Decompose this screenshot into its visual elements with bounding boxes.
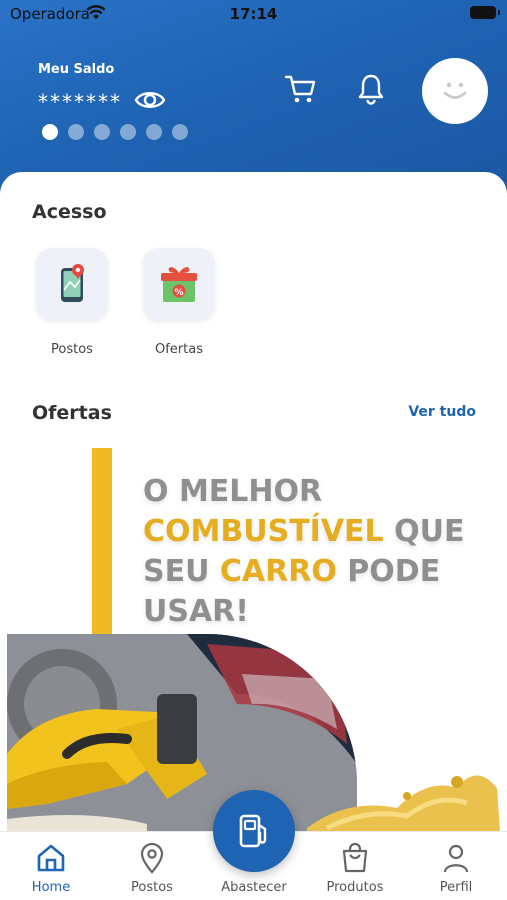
oil-splash-graphic	[307, 775, 500, 832]
location-pin-icon	[140, 842, 164, 874]
fuel-nozzle-photo	[7, 634, 357, 832]
status-bar: Operadora 17:14	[0, 0, 507, 30]
banner-line-3-rest: PODE	[336, 554, 441, 589]
balance-value: *******	[38, 90, 122, 114]
carousel-dot[interactable]	[94, 124, 110, 140]
carousel-dot[interactable]	[146, 124, 162, 140]
banner-highlight-fuel: COMBUSTÍVEL	[143, 514, 384, 549]
fuel-pump-icon	[239, 814, 267, 848]
fuel-nozzle-illustration	[7, 634, 357, 832]
nav-label-abastecer: Abastecer	[221, 880, 287, 895]
carousel-dot[interactable]	[120, 124, 136, 140]
nav-label-home: Home	[31, 880, 71, 895]
shopping-bag-icon	[342, 842, 368, 873]
see-all-link[interactable]: Ver tudo	[408, 404, 476, 420]
clock: 17:14	[229, 5, 278, 23]
acesso-title: Acesso	[32, 201, 107, 223]
nav-label-perfil: Perfil	[439, 880, 473, 895]
map-phone-icon	[61, 264, 84, 302]
abastecer-button[interactable]	[213, 790, 295, 872]
ofertas-title: Ofertas	[32, 402, 112, 424]
banner-line-3-start: SEU	[143, 554, 220, 589]
banner-headline: O MELHOR COMBUSTÍVEL QUE SEU CARRO PODE …	[143, 472, 483, 632]
nav-item-postos[interactable]: Postos	[107, 832, 197, 895]
nav-item-home[interactable]: Home	[6, 832, 96, 895]
battery-icon	[470, 6, 500, 19]
header: Operadora 17:14 Meu Saldo *******	[0, 0, 507, 200]
svg-text:%: %	[174, 288, 183, 298]
access-tile-postos[interactable]: Postos	[35, 248, 109, 357]
access-tile-postos-box	[36, 248, 108, 320]
banner-line-2: COMBUSTÍVEL QUE	[143, 512, 483, 552]
access-tile-ofertas-box: %	[143, 248, 215, 320]
carousel-indicator	[42, 124, 188, 140]
banner-line-4: USAR!	[143, 594, 249, 629]
banner-line-3: SEU CARRO PODE	[143, 552, 483, 592]
nav-item-produtos[interactable]: Produtos	[310, 832, 400, 895]
access-tile-ofertas[interactable]: % Ofertas	[142, 248, 216, 357]
eye-icon[interactable]	[134, 86, 166, 114]
banner-accent-bar	[92, 448, 112, 638]
smiley-icon	[443, 82, 467, 99]
person-icon	[443, 844, 469, 873]
access-tile-postos-label: Postos	[51, 342, 93, 357]
gift-percent-icon: %	[161, 267, 197, 302]
avatar[interactable]	[422, 58, 488, 124]
nav-item-perfil[interactable]: Perfil	[411, 832, 501, 895]
cart-icon[interactable]	[284, 72, 318, 106]
carousel-dot[interactable]	[68, 124, 84, 140]
banner-line-2-rest: QUE	[383, 514, 465, 549]
nav-label-produtos: Produtos	[326, 880, 384, 895]
banner-line-1: O MELHOR	[143, 474, 323, 509]
banner-highlight-car: CARRO	[219, 554, 337, 589]
nav-label-postos: Postos	[131, 880, 173, 895]
balance-label: Meu Saldo	[38, 62, 115, 77]
home-icon	[37, 844, 65, 872]
access-tile-ofertas-label: Ofertas	[155, 342, 203, 357]
carousel-dot[interactable]	[172, 124, 188, 140]
offer-banner[interactable]: O MELHOR COMBUSTÍVEL QUE SEU CARRO PODE …	[7, 448, 500, 832]
bell-icon[interactable]	[354, 72, 388, 106]
carousel-dot[interactable]	[42, 124, 58, 140]
